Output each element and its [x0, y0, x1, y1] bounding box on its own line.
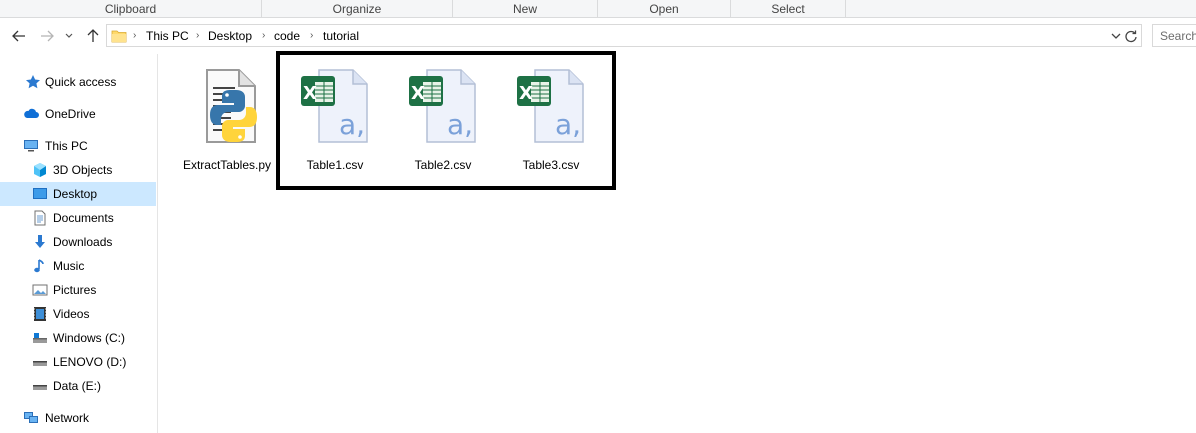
search-placeholder: Search [1160, 29, 1196, 43]
cloud-icon [24, 108, 39, 118]
nav-item-desktop[interactable]: Desktop [0, 182, 156, 206]
nav-item-quick-access[interactable]: Quick access [0, 70, 156, 94]
music-icon [34, 259, 44, 273]
drive-icon [33, 333, 47, 343]
refresh-icon[interactable] [1124, 28, 1138, 44]
nav-item-label: LENOVO (D:) [53, 355, 127, 369]
ribbon-group-labels: Clipboard Organize New Open Select [0, 0, 1196, 18]
nav-item-3d-objects[interactable]: 3D Objects [0, 158, 156, 182]
folder-icon [111, 30, 127, 43]
breadcrumb-tutorial[interactable]: tutorial [323, 28, 359, 44]
nav-item-downloads[interactable]: Downloads [0, 230, 156, 254]
nav-item-label: Quick access [45, 75, 117, 89]
python-file-icon [206, 69, 257, 143]
breadcrumb-separator-icon: › [133, 30, 137, 41]
desktop-icon [33, 188, 47, 199]
nav-item-onedrive[interactable]: OneDrive [0, 102, 156, 126]
document-icon [34, 210, 46, 226]
ribbon-group-organize: Organize [262, 0, 453, 18]
nav-item-label: Windows (C:) [53, 331, 126, 345]
computer-icon [24, 140, 38, 152]
nav-item-lenovo-d[interactable]: LENOVO (D:) [0, 350, 156, 374]
address-bar[interactable]: › This PC › Desktop › code › tutorial [106, 24, 1142, 47]
nav-item-label: Network [45, 411, 90, 425]
nav-item-this-pc[interactable]: This PC [0, 134, 156, 158]
nav-item-label: OneDrive [45, 107, 96, 121]
chevron-down-icon [65, 33, 73, 38]
nav-item-label: Videos [53, 307, 90, 321]
nav-item-music[interactable]: Music [0, 254, 156, 278]
breadcrumb-separator-icon[interactable]: › [196, 28, 199, 44]
star-icon [26, 75, 40, 89]
drive-icon [33, 385, 47, 390]
breadcrumb-separator-icon[interactable]: › [310, 28, 313, 44]
download-icon [35, 235, 45, 248]
pictures-icon [32, 284, 48, 296]
forward-arrow-icon [41, 30, 54, 42]
address-dropdown-chevron-icon[interactable] [1111, 29, 1121, 43]
nav-item-windows-c[interactable]: Windows (C:) [0, 326, 156, 350]
recent-locations-button[interactable] [62, 27, 76, 45]
up-arrow-icon [87, 29, 99, 42]
ribbon-group-open: Open [598, 0, 731, 18]
search-input[interactable]: Search [1152, 24, 1196, 47]
file-item-extracttables[interactable]: ExtractTables.py [177, 54, 277, 174]
breadcrumb-this-pc[interactable]: This PC [146, 28, 189, 44]
nav-item-label: Documents [53, 211, 114, 225]
forward-button[interactable] [38, 27, 56, 45]
nav-item-label: Pictures [53, 283, 97, 297]
cube-icon [34, 163, 46, 177]
navigation-pane: Quick access OneDrive This PC 3D Objects… [0, 54, 158, 433]
highlight-box [276, 51, 616, 190]
breadcrumb-code[interactable]: code [274, 28, 300, 44]
nav-item-data-e[interactable]: Data (E:) [0, 374, 156, 398]
file-name: ExtractTables.py [182, 158, 272, 172]
nav-item-network[interactable]: Network [0, 406, 156, 430]
nav-item-videos[interactable]: Videos [0, 302, 156, 326]
ribbon-group-clipboard: Clipboard [0, 0, 262, 18]
back-button[interactable] [10, 27, 28, 45]
nav-item-label: Desktop [53, 187, 98, 201]
back-arrow-icon [12, 30, 25, 42]
ribbon-group-new: New [453, 0, 598, 18]
nav-item-label: Data (E:) [53, 379, 102, 393]
network-icon [24, 412, 38, 423]
file-list-area: ExtractTables.py X a, Table1.csv X a, Ta… [159, 51, 1196, 433]
ribbon-group-select: Select [731, 0, 846, 18]
breadcrumb-desktop[interactable]: Desktop [208, 28, 252, 44]
nav-item-label: This PC [45, 139, 88, 153]
video-icon [34, 307, 46, 321]
breadcrumb-separator-icon[interactable]: › [262, 28, 265, 44]
nav-item-label: Downloads [53, 235, 113, 249]
address-row: › This PC › Desktop › code › tutorial Se… [0, 18, 1196, 54]
nav-item-label: Music [53, 259, 85, 273]
nav-item-label: 3D Objects [53, 163, 113, 177]
nav-item-pictures[interactable]: Pictures [0, 278, 156, 302]
nav-item-documents[interactable]: Documents [0, 206, 156, 230]
drive-icon [33, 361, 47, 366]
up-button[interactable] [84, 27, 102, 45]
